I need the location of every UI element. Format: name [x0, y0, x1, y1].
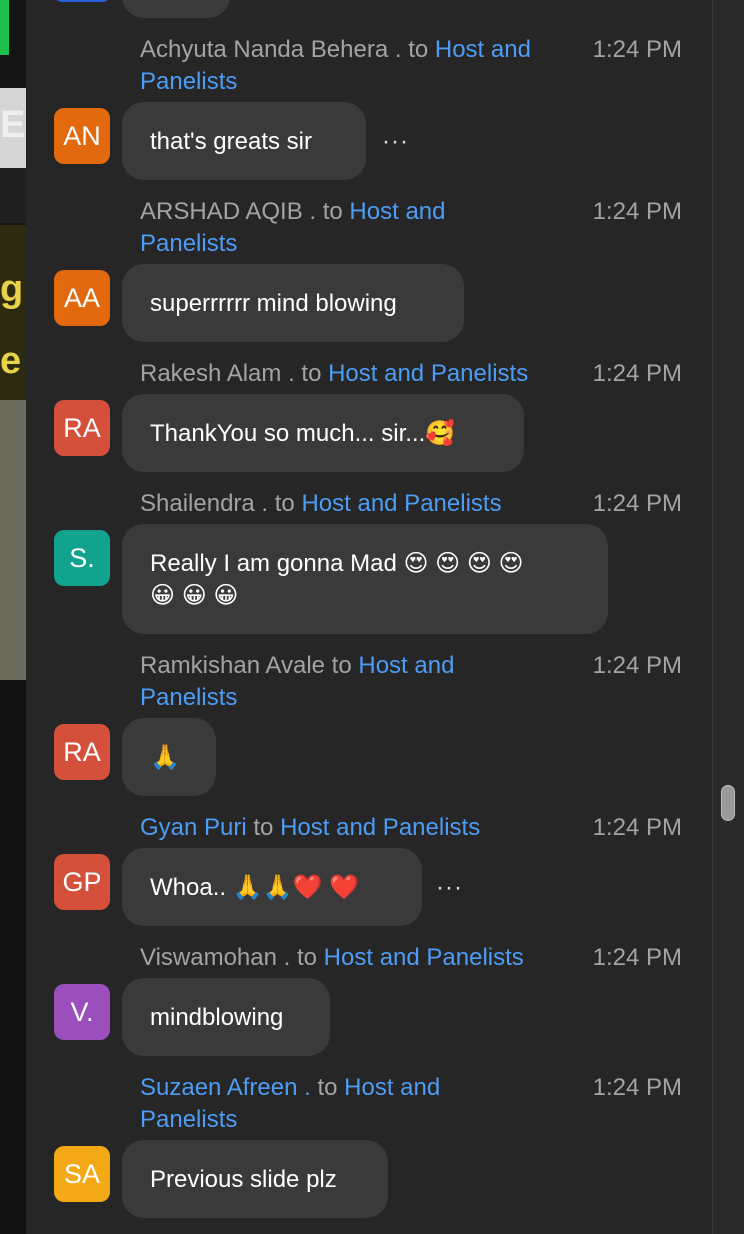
sender-name[interactable]: Viswamohan .	[140, 944, 290, 971]
message-bubble: 🙏	[122, 718, 216, 796]
avatar: SA	[54, 1146, 110, 1202]
message-time: 1:24 PM	[592, 1074, 682, 1101]
video-green-block	[0, 0, 9, 55]
message-header: Gyan Puri to Host and Panelists	[140, 812, 590, 844]
avatar: AN	[54, 108, 110, 164]
message-header: Achyuta Nanda Behera . to Host and Panel…	[140, 34, 590, 98]
sender-name[interactable]: Rakesh Alam .	[140, 360, 295, 387]
video-dark-block	[0, 168, 26, 223]
sender-name[interactable]: Shailendra .	[140, 490, 268, 517]
message-text: that's greats sir	[150, 128, 312, 155]
recipient-label: Panelists	[140, 230, 238, 257]
video-glyph: E	[0, 104, 26, 146]
sender-name[interactable]: Suzaen Afreen .	[140, 1074, 311, 1101]
recipient-label: Host and Panelists	[301, 490, 502, 517]
message-text: 🙏	[150, 744, 180, 771]
recipient-label: Host and	[358, 652, 455, 679]
message-header: Viswamohan . to Host and Panelists	[140, 942, 610, 974]
message-bubble	[122, 0, 230, 18]
message-header: Rakesh Alam . to Host and Panelists	[140, 358, 610, 390]
sender-name[interactable]: Ramkishan Avale	[140, 652, 325, 679]
sender-name[interactable]: Achyuta Nanda Behera .	[140, 36, 402, 63]
recipient-label: Panelists	[140, 1106, 238, 1133]
message-bubble: ThankYou so much... sir...🥰	[122, 394, 524, 472]
recipient-label: Panelists	[140, 68, 238, 95]
recipient-label: Host and	[434, 36, 531, 63]
message-time: 1:24 PM	[592, 198, 682, 225]
to-label: to	[322, 198, 343, 225]
to-label: to	[301, 360, 322, 387]
shared-video-strip: E g e	[0, 0, 26, 1234]
message-time: 1:24 PM	[592, 360, 682, 387]
to-label: to	[253, 814, 274, 841]
recipient-label: Host and Panelists	[323, 944, 524, 971]
message-time: 1:24 PM	[592, 652, 682, 679]
video-glyph: g	[0, 268, 24, 310]
avatar: RA	[54, 724, 110, 780]
avatar: GP	[54, 854, 110, 910]
recipient-label: Host and Panelists	[328, 360, 529, 387]
message-text: 😀 😀 😀	[150, 582, 239, 609]
to-label: to	[296, 944, 317, 971]
recipient-label: Host and Panelists	[280, 814, 481, 841]
sender-name[interactable]: Gyan Puri	[140, 814, 247, 841]
chat-scrollbar[interactable]	[712, 0, 744, 1234]
avatar: S.	[54, 530, 110, 586]
recipient-label: Host and	[344, 1074, 441, 1101]
recipient-label: Panelists	[140, 684, 238, 711]
video-glyph: e	[0, 340, 22, 382]
sender-name[interactable]: ARSHAD AQIB .	[140, 198, 316, 225]
to-label: to	[274, 490, 295, 517]
message-time: 1:24 PM	[592, 944, 682, 971]
message-header: Ramkishan Avale to Host and Panelists	[140, 650, 590, 714]
to-label: to	[317, 1074, 338, 1101]
video-gray-block	[0, 400, 26, 680]
recipient-label: Host and	[349, 198, 446, 225]
message-header: Suzaen Afreen . to Host and Panelists	[140, 1072, 590, 1136]
message-bubble: mindblowing	[122, 978, 330, 1056]
message-text: Really I am gonna Mad 😍 😍 😍 😍	[150, 550, 524, 577]
message-text: Whoa.. 🙏🙏❤️ ❤️	[150, 874, 359, 901]
message-text: mindblowing	[150, 1004, 284, 1031]
video-bottom-block	[0, 680, 26, 1234]
scrollbar-thumb[interactable]	[721, 785, 735, 821]
message-header: Shailendra . to Host and Panelists	[140, 488, 610, 520]
message-bubble: Whoa.. 🙏🙏❤️ ❤️	[122, 848, 422, 926]
message-text: Previous slide plz	[150, 1166, 337, 1193]
to-label: to	[408, 36, 429, 63]
avatar: V.	[54, 984, 110, 1040]
message-bubble: that's greats sir	[122, 102, 366, 180]
to-label: to	[331, 652, 352, 679]
message-time: 1:24 PM	[592, 36, 682, 63]
message-bubble: Really I am gonna Mad 😍 😍 😍 😍 😀 😀 😀	[122, 524, 608, 634]
message-time: 1:24 PM	[592, 490, 682, 517]
avatar	[54, 0, 110, 2]
avatar: RA	[54, 400, 110, 456]
message-text: ThankYou so much... sir...🥰	[150, 420, 456, 447]
message-time: 1:24 PM	[592, 814, 682, 841]
message-bubble: Previous slide plz	[122, 1140, 388, 1218]
chat-panel: Achyuta Nanda Behera . to Host and Panel…	[26, 0, 712, 1234]
message-text: superrrrrr mind blowing	[150, 290, 397, 317]
more-options-icon[interactable]: ···	[436, 876, 463, 900]
message-bubble: superrrrrr mind blowing	[122, 264, 464, 342]
avatar: AA	[54, 270, 110, 326]
message-header: ARSHAD AQIB . to Host and Panelists	[140, 196, 590, 260]
more-options-icon[interactable]: ···	[382, 130, 409, 154]
